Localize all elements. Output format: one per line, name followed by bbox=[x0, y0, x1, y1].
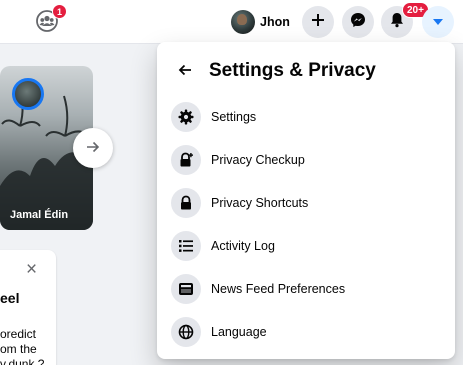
menu-item-label: News Feed Preferences bbox=[211, 282, 346, 296]
menu-item-label: Activity Log bbox=[211, 239, 275, 253]
messenger-icon bbox=[350, 12, 366, 33]
groups-notification-badge: 1 bbox=[52, 4, 67, 19]
plus-icon bbox=[311, 13, 325, 32]
caret-down-icon bbox=[432, 13, 444, 31]
arrow-right-icon bbox=[86, 138, 100, 159]
arrow-left-icon bbox=[178, 61, 192, 81]
gear-icon bbox=[171, 102, 201, 132]
profile-name: Jhon bbox=[260, 15, 290, 29]
menu-item-settings[interactable]: Settings bbox=[165, 97, 447, 137]
create-button[interactable] bbox=[302, 6, 334, 38]
menu-item-label: Language bbox=[211, 325, 267, 339]
menu-item-activity-log[interactable]: Activity Log bbox=[165, 226, 447, 266]
back-button[interactable] bbox=[171, 57, 199, 85]
info-card-line: v.dunk ? bbox=[0, 357, 45, 365]
stories-next-button[interactable] bbox=[73, 128, 113, 168]
menu-item-label: Settings bbox=[211, 110, 257, 124]
list-icon bbox=[171, 231, 201, 261]
lock-plus-icon bbox=[171, 145, 201, 175]
menu-title: Settings & Privacy bbox=[209, 60, 376, 81]
account-menu-button[interactable] bbox=[422, 6, 454, 38]
menu-item-language[interactable]: Language bbox=[165, 312, 447, 352]
groups-button[interactable]: 1 bbox=[34, 4, 67, 36]
top-navigation-bar: 1 Jhon 20+ bbox=[0, 0, 463, 44]
info-card-body: oredict om the v.dunk ? bbox=[0, 327, 60, 365]
menu-item-privacy-checkup[interactable]: Privacy Checkup bbox=[165, 140, 447, 180]
feed-icon bbox=[171, 274, 201, 304]
lock-icon bbox=[171, 188, 201, 218]
globe-icon bbox=[171, 317, 201, 347]
info-card-line: oredict bbox=[0, 327, 37, 341]
menu-item-label: Privacy Checkup bbox=[211, 153, 305, 167]
info-card: × eel oredict om the v.dunk ? bbox=[0, 250, 56, 365]
messenger-button[interactable] bbox=[342, 6, 374, 38]
info-card-title: eel bbox=[0, 290, 20, 306]
info-card-line: om the bbox=[0, 342, 37, 356]
profile-chip[interactable]: Jhon bbox=[228, 8, 298, 36]
avatar bbox=[231, 10, 255, 34]
story-avatar bbox=[12, 78, 44, 110]
close-icon[interactable]: × bbox=[26, 259, 37, 281]
story-author-name: Jamal Édin bbox=[10, 209, 69, 221]
menu-item-label: Privacy Shortcuts bbox=[211, 196, 309, 210]
menu-item-news-feed-preferences[interactable]: News Feed Preferences bbox=[165, 269, 447, 309]
settings-privacy-menu: Settings & Privacy Settings Privacy Chec… bbox=[157, 42, 455, 359]
bell-icon bbox=[390, 12, 404, 33]
menu-header: Settings & Privacy bbox=[171, 58, 376, 84]
facebook-page: 1 Jhon 20+ Jamal Édin × eel oredict om t… bbox=[0, 0, 463, 365]
menu-item-privacy-shortcuts[interactable]: Privacy Shortcuts bbox=[165, 183, 447, 223]
